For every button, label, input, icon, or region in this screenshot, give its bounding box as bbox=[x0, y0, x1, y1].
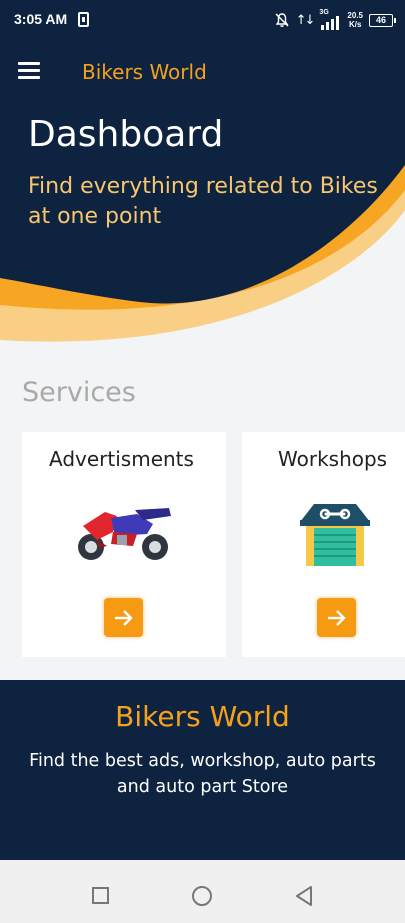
status-time: 3:05 AM bbox=[14, 11, 68, 27]
sim-card-icon bbox=[78, 12, 89, 27]
arrow-right-icon bbox=[114, 609, 133, 626]
battery-icon: 46 bbox=[369, 13, 396, 27]
battery-level: 46 bbox=[375, 15, 386, 25]
services-carousel[interactable]: Advertisments Workshops bbox=[22, 432, 405, 657]
status-bar: 3:05 AM ↑↓ 3G 20.5 K/s 46 bbox=[0, 0, 405, 40]
garage-workshop-icon bbox=[300, 504, 370, 566]
home-icon[interactable] bbox=[192, 886, 212, 906]
arrow-right-icon bbox=[327, 609, 346, 626]
network-speed: 20.5 K/s bbox=[347, 11, 363, 29]
notifications-off-icon bbox=[275, 13, 289, 27]
network-type: 3G bbox=[319, 9, 329, 16]
hamburger-menu-icon[interactable] bbox=[18, 62, 44, 82]
data-activity-icon: ↑↓ bbox=[295, 12, 316, 28]
services-heading: Services bbox=[22, 377, 136, 408]
network-speed-value: 20.5 bbox=[347, 11, 363, 20]
open-workshops-button[interactable] bbox=[317, 598, 356, 637]
footer-title: Bikers World bbox=[115, 700, 290, 733]
service-card-advertisments[interactable]: Advertisments bbox=[22, 432, 226, 657]
footer-section: Bikers World Find the best ads, workshop… bbox=[0, 680, 405, 860]
footer-description: Find the best ads, workshop, auto parts … bbox=[29, 751, 376, 797]
signal-icon: 3G bbox=[319, 9, 341, 30]
network-speed-unit: K/s bbox=[348, 20, 362, 29]
recent-apps-icon[interactable] bbox=[92, 887, 109, 904]
service-card-title: Advertisments bbox=[49, 447, 194, 471]
back-icon[interactable] bbox=[294, 885, 314, 907]
service-card-title: Workshops bbox=[278, 447, 388, 471]
app-title: Bikers World bbox=[82, 60, 207, 84]
service-card-workshops[interactable]: Workshops bbox=[242, 432, 405, 657]
page-subtitle: Find everything related to Bikes at one … bbox=[28, 174, 378, 229]
status-icons: ↑↓ 3G 20.5 K/s 46 bbox=[274, 9, 396, 31]
page-title: Dashboard bbox=[28, 114, 224, 155]
motorcycle-icon bbox=[78, 508, 171, 560]
open-advertisments-button[interactable] bbox=[104, 598, 143, 637]
system-navigation-bar bbox=[0, 860, 405, 923]
dashboard-hero: Bikers World Dashboard Find everything r… bbox=[0, 40, 405, 360]
